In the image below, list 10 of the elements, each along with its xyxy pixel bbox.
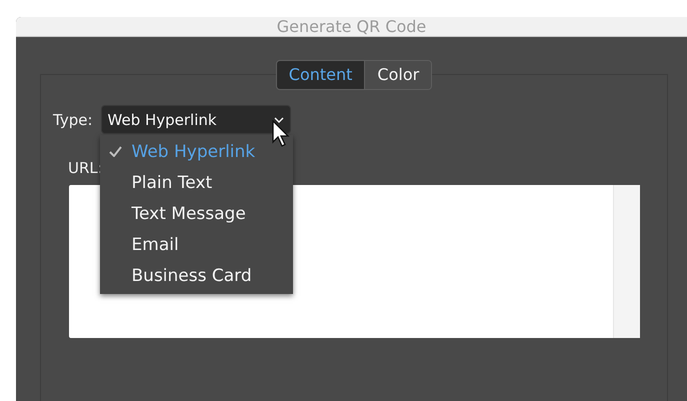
window-title: Generate QR Code xyxy=(276,17,426,36)
menu-item[interactable]: Text Message xyxy=(100,198,293,229)
menu-item[interactable]: Email xyxy=(100,229,293,260)
tab[interactable]: Content xyxy=(276,61,366,89)
chevron-icon xyxy=(274,116,284,122)
type-dropdown[interactable]: Web Hyperlink xyxy=(100,105,291,134)
type-label: Type: xyxy=(53,110,93,128)
pointer-icon xyxy=(272,120,290,147)
checkmark-icon xyxy=(109,146,122,157)
menu-item[interactable]: Business Card xyxy=(100,260,293,291)
